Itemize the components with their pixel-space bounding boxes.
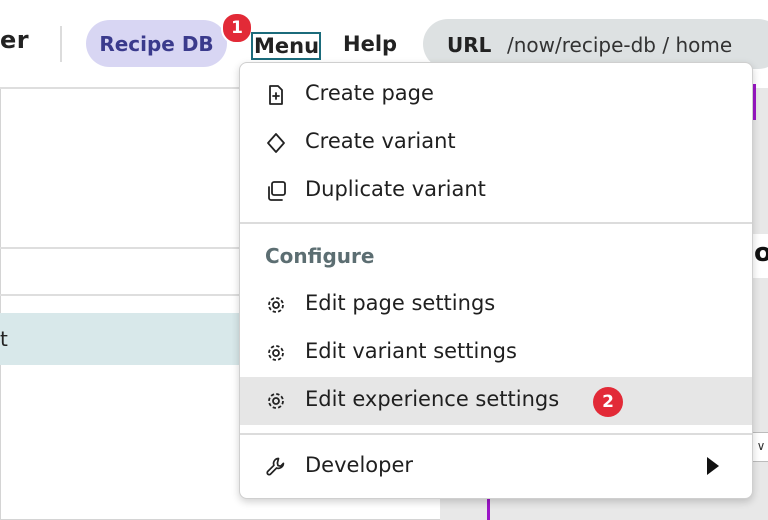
menu-item-duplicate-variant[interactable]: Duplicate variant	[240, 167, 752, 215]
left-pane-top-border	[0, 87, 240, 89]
menu-item-edit-page-settings[interactable]: Edit page settings	[240, 281, 752, 329]
menu-item-label: Developer	[305, 453, 414, 477]
gear-icon	[268, 393, 284, 409]
menu-button-label: Menu	[254, 34, 320, 58]
menu-separator	[240, 433, 752, 435]
diamond-icon	[267, 133, 285, 153]
menu-item-label: Create page	[305, 81, 434, 105]
step-badge-2: 2	[593, 387, 623, 417]
canvas-edge-panel: o	[752, 234, 768, 278]
left-pane-divider	[0, 247, 240, 249]
menu-item-label: Edit variant settings	[305, 339, 517, 363]
page-add-icon	[269, 85, 283, 105]
menu-item-label: Duplicate variant	[305, 177, 486, 201]
menu-item-label: Create variant	[305, 129, 456, 153]
chevron-down-icon[interactable]: ∨	[752, 432, 768, 462]
gear-icon	[268, 297, 284, 313]
menu-dropdown: Create page Create variant Duplicate var…	[239, 62, 753, 499]
menu-item-create-page[interactable]: Create page	[240, 71, 752, 119]
menu-item-edit-experience-settings[interactable]: Edit experience settings 2	[240, 377, 752, 425]
canvas-edge-glyph: o	[754, 238, 768, 268]
menu-separator	[240, 222, 752, 224]
app-pill-button[interactable]: Recipe DB	[86, 20, 227, 67]
app-name-fragment: er	[0, 26, 30, 54]
list-item-selected[interactable]: t	[0, 313, 240, 365]
wrench-icon	[266, 457, 285, 476]
help-button[interactable]: Help	[343, 32, 397, 56]
menu-item-edit-variant-settings[interactable]: Edit variant settings	[240, 329, 752, 377]
submenu-arrow-icon	[707, 457, 719, 475]
section-heading-configure: Configure	[265, 244, 375, 268]
menu-item-label: Edit experience settings	[305, 387, 560, 411]
step-badge-1: 1	[221, 12, 253, 44]
url-value[interactable]: /now/recipe-db / home	[507, 33, 732, 57]
list-item-label: t	[0, 327, 8, 351]
menu-button[interactable]: Menu	[251, 32, 321, 60]
toolbar-divider	[60, 26, 62, 62]
duplicate-icon	[268, 181, 286, 201]
app-pill-label: Recipe DB	[99, 32, 214, 56]
url-label: URL	[447, 33, 492, 57]
left-pane-divider	[0, 294, 240, 296]
gear-icon	[268, 345, 284, 361]
menu-item-create-variant[interactable]: Create variant	[240, 119, 752, 167]
menu-item-developer[interactable]: Developer	[240, 443, 752, 491]
menu-item-label: Edit page settings	[305, 291, 496, 315]
